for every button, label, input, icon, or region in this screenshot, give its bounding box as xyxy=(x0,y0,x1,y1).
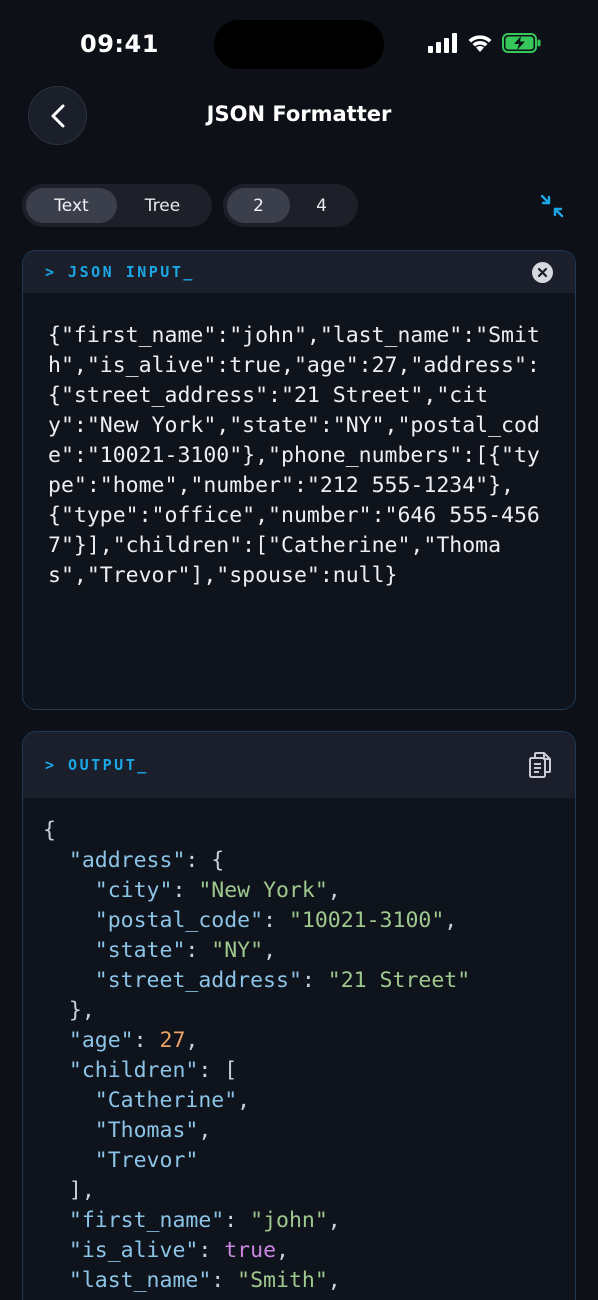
code-line: "Catherine", xyxy=(43,1086,575,1116)
code-token: "is_alive" xyxy=(68,1238,199,1263)
code-line: "last_name": "Smith", xyxy=(43,1266,575,1296)
code-line: ], xyxy=(43,1176,575,1206)
code-token: "New York" xyxy=(198,878,328,903)
code-token: "john" xyxy=(250,1208,328,1233)
code-token: "NY" xyxy=(211,938,264,963)
code-token: "Thomas" xyxy=(94,1118,199,1143)
code-token: , xyxy=(185,1028,199,1053)
indent-2[interactable]: 2 xyxy=(227,188,290,223)
page-title: JSON Formatter xyxy=(206,102,392,126)
signal-icon xyxy=(428,33,457,53)
indent-4[interactable]: 4 xyxy=(290,188,353,223)
code-token: }, xyxy=(43,998,95,1023)
code-token: "first_name" xyxy=(68,1208,225,1233)
code-token: "age" xyxy=(68,1028,134,1053)
code-token: : xyxy=(133,1028,160,1053)
code-line: { xyxy=(43,816,575,846)
dynamic-island xyxy=(214,20,384,69)
code-line: "first_name": "john", xyxy=(43,1206,575,1236)
clear-button[interactable] xyxy=(532,261,553,283)
screen: 09:41 JSON Formatter Text Tree 2 4 > JSO… xyxy=(0,0,598,1300)
code-line: "Thomas", xyxy=(43,1116,575,1146)
code-token: , xyxy=(444,908,458,933)
code-token: : { xyxy=(185,848,225,873)
code-token: : xyxy=(301,968,328,993)
output-panel: > OUTPUT_ { "address": { "city": "New Yo… xyxy=(22,731,576,1300)
code-token: : xyxy=(172,878,199,903)
code-token: : xyxy=(185,938,212,963)
status-icons xyxy=(428,33,542,53)
code-token: , xyxy=(263,938,277,963)
code-line: "postal_code": "10021-3100", xyxy=(43,906,575,936)
code-token: , xyxy=(237,1088,251,1113)
code-token: "Trevor" xyxy=(94,1148,199,1173)
code-token: , xyxy=(327,878,341,903)
view-mode-text[interactable]: Text xyxy=(26,188,117,223)
code-token: { xyxy=(43,818,56,843)
copy-icon[interactable] xyxy=(527,751,553,779)
json-input-panel: > JSON INPUT_ {"first_name":"john","last… xyxy=(22,250,576,710)
code-token: "children" xyxy=(68,1058,199,1083)
code-token: true xyxy=(224,1238,277,1263)
code-token: , xyxy=(276,1238,289,1263)
json-input-header: > JSON INPUT_ xyxy=(23,251,575,293)
code-token: "10021-3100" xyxy=(288,908,445,933)
code-line: "street_address": "21 Street" xyxy=(43,966,575,996)
code-line: "Trevor" xyxy=(43,1146,575,1176)
code-line: "state": "NY", xyxy=(43,936,575,966)
code-token: "Catherine" xyxy=(94,1088,238,1113)
code-token: ], xyxy=(43,1178,95,1203)
code-token: , xyxy=(198,1118,212,1143)
code-token: "address" xyxy=(68,848,186,873)
code-token: "postal_code" xyxy=(94,908,264,933)
battery-charging-icon xyxy=(502,33,541,53)
code-token: : [ xyxy=(198,1058,238,1083)
status-time: 09:41 xyxy=(80,30,159,58)
code-line: }, xyxy=(43,996,575,1026)
json-input-label: > JSON INPUT_ xyxy=(45,263,195,281)
code-token: , xyxy=(327,1268,341,1293)
view-mode-selector: Text Tree xyxy=(22,184,212,227)
code-token: : xyxy=(198,1238,225,1263)
code-line: "address": { xyxy=(43,846,575,876)
code-token: : xyxy=(224,1208,251,1233)
wifi-icon xyxy=(468,35,492,52)
code-token: "21 Street" xyxy=(327,968,471,993)
json-input-field[interactable]: {"first_name":"john","last_name":"Smith"… xyxy=(23,293,575,591)
indent-selector: 2 4 xyxy=(223,184,358,227)
code-line: "children": [ xyxy=(43,1056,575,1086)
view-mode-tree[interactable]: Tree xyxy=(117,188,208,223)
code-token: "city" xyxy=(94,878,173,903)
code-token: : xyxy=(263,908,289,933)
status-bar: 09:41 xyxy=(0,0,598,90)
code-line: "city": "New York", xyxy=(43,876,575,906)
code-token: "street_address" xyxy=(94,968,302,993)
code-token: "state" xyxy=(94,938,186,963)
code-line: "age": 27, xyxy=(43,1026,575,1056)
code-token: "Smith" xyxy=(237,1268,328,1293)
code-token: "last_name" xyxy=(68,1268,212,1293)
output-label: > OUTPUT_ xyxy=(45,756,149,774)
clear-icon xyxy=(537,267,548,277)
output-header: > OUTPUT_ xyxy=(23,732,575,798)
code-line: "is_alive": true, xyxy=(43,1236,575,1266)
collapse-icon[interactable] xyxy=(538,192,566,220)
code-token: , xyxy=(327,1208,341,1233)
code-token: : xyxy=(211,1268,238,1293)
code-token: 27 xyxy=(159,1028,186,1053)
formatted-output: { "address": { "city": "New York", "post… xyxy=(23,798,575,1296)
